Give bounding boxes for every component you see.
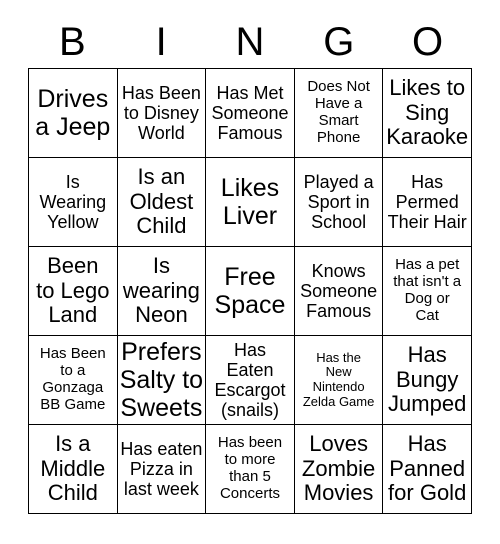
bingo-cell[interactable]: Is an Oldest Child: [117, 158, 207, 247]
bingo-cell-text: Free Space: [214, 263, 286, 319]
bingo-cell[interactable]: Is wearing Neon: [117, 247, 207, 336]
bingo-cell-text: Has the New Nintendo Zelda Game: [302, 349, 375, 409]
bingo-cell[interactable]: Has been to more than 5 Concerts: [206, 425, 295, 514]
bingo-cell[interactable]: Played a Sport in School: [294, 158, 384, 247]
bingo-grid: Drives a Jeep Has Been to Disney World Has…: [28, 68, 472, 514]
bingo-cell[interactable]: Does Not Have a Smart Phone: [294, 69, 384, 158]
bingo-cell-text: Is Wearing Yellow: [39, 171, 107, 233]
bingo-cell-text: Been to Lego Land: [36, 253, 110, 328]
bingo-cell-text: Has a pet that isn't a Dog or Cat: [393, 256, 462, 324]
bingo-cell-text: Has eaten Pizza in last week: [120, 438, 203, 500]
bingo-cell[interactable]: Has Bungy Jumped: [383, 336, 472, 425]
header-letter-b: B: [59, 20, 86, 64]
bingo-cell[interactable]: Has Met Someone Famous: [206, 69, 295, 158]
bingo-cell[interactable]: Prefers Salty to Sweets: [117, 336, 207, 425]
bingo-cell-text: Has Permed Their Hair: [387, 171, 467, 233]
bingo-cell-text: Does Not Have a Smart Phone: [307, 78, 370, 146]
bingo-cell[interactable]: Has Eaten Escargot (snails): [206, 336, 295, 425]
bingo-cell-text: Has Been to Disney World: [121, 82, 201, 144]
bingo-cell-text: Likes Liver: [220, 174, 280, 230]
bingo-cell-text: Knows Someone Famous: [300, 260, 378, 322]
bingo-cell-text: Loves Zombie Movies: [301, 431, 376, 506]
bingo-cell-text: Has Met Someone Famous: [211, 82, 289, 144]
bingo-cell-text: Is wearing Neon: [122, 253, 200, 328]
bingo-cell[interactable]: Likes to Sing Karaoke: [383, 69, 472, 158]
bingo-cell[interactable]: Has Panned for Gold: [383, 425, 472, 514]
bingo-cell[interactable]: Been to Lego Land: [29, 247, 118, 336]
header-letter-n: N: [235, 20, 265, 64]
bingo-cell-text: Has been to more than 5 Concerts: [217, 434, 283, 502]
bingo-cell[interactable]: Is Wearing Yellow: [29, 158, 118, 247]
bingo-cell[interactable]: Is a Middle Child: [29, 425, 118, 514]
bingo-cell[interactable]: Has Been to a Gonzaga BB Game: [29, 336, 118, 425]
bingo-card: B I N G O Drives a Jeep Has Been to Disne…: [0, 0, 500, 544]
bingo-cell[interactable]: Has Permed Their Hair: [383, 158, 472, 247]
bingo-cell-text: Has Bungy Jumped: [388, 342, 467, 417]
bingo-cell[interactable]: Has Been to Disney World: [117, 69, 207, 158]
bingo-cell-text: Prefers Salty to Sweets: [119, 338, 204, 422]
header-letter-o: O: [412, 20, 444, 64]
header-letter-g: G: [323, 20, 355, 64]
header-letter-i: I: [155, 20, 167, 64]
bingo-cell[interactable]: Has the New Nintendo Zelda Game: [294, 336, 384, 425]
bingo-cell-free-space[interactable]: Free Space: [206, 247, 295, 336]
bingo-cell-text: Is an Oldest Child: [129, 164, 194, 239]
bingo-cell[interactable]: Drives a Jeep: [29, 69, 118, 158]
bingo-cell-text: Is a Middle Child: [40, 431, 106, 506]
bingo-cell-text: Likes to Sing Karaoke: [386, 75, 469, 150]
bingo-cell-text: Has Eaten Escargot (snails): [214, 339, 286, 421]
bingo-cell-text: Has Been to a Gonzaga BB Game: [39, 345, 106, 413]
bingo-cell[interactable]: Likes Liver: [206, 158, 295, 247]
bingo-cell[interactable]: Knows Someone Famous: [294, 247, 384, 336]
bingo-cell-text: Has Panned for Gold: [388, 431, 467, 506]
bingo-cell-text: Played a Sport in School: [303, 171, 374, 233]
bingo-cell[interactable]: Has a pet that isn't a Dog or Cat: [383, 247, 472, 336]
bingo-cell[interactable]: Loves Zombie Movies: [294, 425, 384, 514]
bingo-cell-text: Drives a Jeep: [35, 85, 111, 141]
bingo-header: B I N G O: [28, 18, 472, 66]
bingo-cell[interactable]: Has eaten Pizza in last week: [117, 425, 207, 514]
